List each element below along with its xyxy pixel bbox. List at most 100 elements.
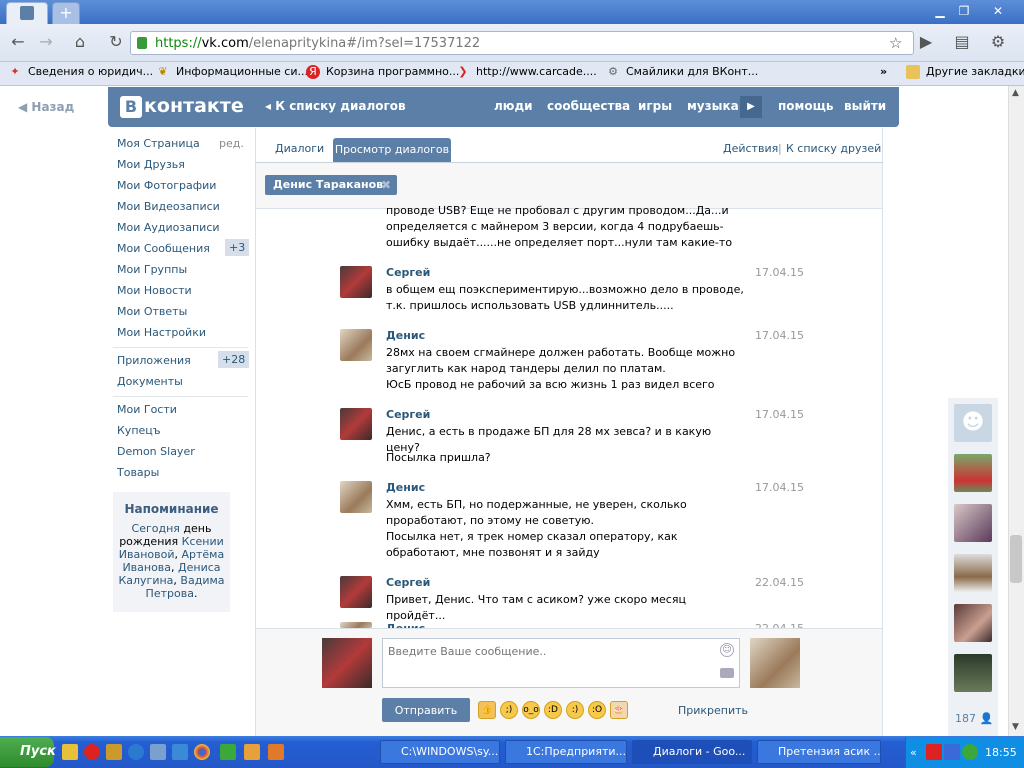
home-icon[interactable]: ⌂: [68, 30, 92, 54]
friend-avatar[interactable]: [954, 554, 992, 592]
avatar[interactable]: [340, 329, 372, 361]
menu-friends[interactable]: Мои Друзья: [117, 158, 185, 171]
scroll-down-icon[interactable]: ▼: [1012, 722, 1019, 732]
menu-goods[interactable]: Товары: [117, 466, 159, 479]
quicklaunch-1c-icon[interactable]: [62, 744, 78, 760]
grin-emoji-icon[interactable]: :D: [544, 701, 562, 719]
actions-link[interactable]: Действия: [723, 142, 778, 155]
taskbar-window-1c[interactable]: 1С:Предприяти...: [505, 740, 627, 764]
menu-groups[interactable]: Мои Группы: [117, 263, 187, 276]
menu-audio[interactable]: Мои Аудиозаписи: [117, 221, 220, 234]
bookmark-item[interactable]: ❦ Информационные си...: [156, 65, 308, 83]
reminder-today-link[interactable]: Сегодня: [132, 522, 180, 535]
tray-network-icon[interactable]: [944, 744, 960, 760]
friends-list-link[interactable]: К списку друзей: [786, 142, 881, 155]
taskbar-window-cmd[interactable]: C:\WINDOWS\sy...: [380, 740, 500, 764]
address-bar[interactable]: https://vk.com/elenapritykina#/im?sel=17…: [130, 31, 914, 55]
attach-link[interactable]: Прикрепить: [678, 704, 748, 717]
maximize-button[interactable]: ❐: [952, 2, 976, 20]
menu-photos[interactable]: Мои Фотографии: [117, 179, 216, 192]
menu-guests[interactable]: Мои Гости: [117, 403, 177, 416]
close-icon[interactable]: ✖: [381, 178, 391, 192]
message-author[interactable]: Сергей: [386, 576, 430, 589]
tray-icon[interactable]: [926, 744, 942, 760]
message-author[interactable]: Денис: [386, 481, 425, 494]
start-button[interactable]: Пуск: [0, 737, 56, 767]
eye-roll-emoji-icon[interactable]: o_o: [522, 701, 540, 719]
nav-games[interactable]: игры: [638, 99, 672, 113]
reload-icon[interactable]: ↻: [104, 30, 128, 54]
menu-news[interactable]: Мои Новости: [117, 284, 192, 297]
star-icon[interactable]: ☆: [889, 34, 902, 52]
quicklaunch-app-icon[interactable]: [106, 744, 122, 760]
quicklaunch-flag-icon[interactable]: [172, 744, 188, 760]
new-tab-button[interactable]: +: [52, 2, 80, 24]
bookmark-item[interactable]: ❯ http://www.carcade....: [456, 65, 596, 83]
friend-avatar[interactable]: [954, 604, 992, 642]
friend-avatar[interactable]: [954, 504, 992, 542]
internet-explorer-icon[interactable]: [128, 744, 144, 760]
other-bookmarks[interactable]: Другие закладки: [906, 65, 1024, 83]
recipient-avatar[interactable]: [750, 638, 800, 688]
opera-icon[interactable]: [84, 744, 100, 760]
recipient-chip[interactable]: Денис Тараканов: [265, 175, 397, 195]
dog-avatar-icon[interactable]: ☻: [954, 404, 992, 442]
tab-view-dialogs[interactable]: Просмотр диалогов: [333, 138, 451, 162]
smile-emoji-icon[interactable]: :): [566, 701, 584, 719]
menu-edit-link[interactable]: ред.: [219, 137, 244, 150]
vk-logo[interactable]: Вконтакте: [120, 95, 244, 118]
cake-icon[interactable]: 🎂: [610, 701, 628, 719]
messages-badge[interactable]: +3: [225, 239, 250, 256]
scroll-up-icon[interactable]: ▲: [1012, 88, 1019, 98]
message-author[interactable]: Денис: [386, 329, 425, 342]
minimize-button[interactable]: ▁: [928, 2, 952, 20]
menu-answers[interactable]: Мои Ответы: [117, 305, 187, 318]
music-play-icon[interactable]: ▶: [740, 96, 762, 118]
menu-videos[interactable]: Мои Видеозаписи: [117, 200, 220, 213]
nav-communities[interactable]: сообщества: [547, 99, 630, 113]
browser-tab-active[interactable]: [6, 2, 48, 24]
message-input[interactable]: [382, 638, 740, 688]
show-desktop-icon[interactable]: [150, 744, 166, 760]
bookmark-item[interactable]: ✦ Сведения о юридич...: [8, 65, 153, 83]
to-dialogs-link[interactable]: ◂ К списку диалогов: [265, 99, 406, 113]
online-count[interactable]: 187 👤: [955, 712, 993, 725]
my-avatar[interactable]: [322, 638, 372, 688]
page-menu-icon[interactable]: ▤: [950, 30, 974, 54]
bookmarks-overflow[interactable]: »: [880, 65, 887, 83]
avatar[interactable]: [340, 481, 372, 513]
quicklaunch-app-icon[interactable]: [268, 744, 284, 760]
taskbar-window-word[interactable]: Претензия асик ...: [757, 740, 881, 764]
wrench-icon[interactable]: ⚙: [986, 30, 1010, 54]
menu-messages[interactable]: Мои Сообщения: [117, 242, 210, 255]
tab-dialogs[interactable]: Диалоги: [275, 142, 324, 155]
quicklaunch-app-icon[interactable]: [220, 744, 236, 760]
page-scrollbar[interactable]: ▲ ▼: [1008, 86, 1024, 736]
back-arrow-icon[interactable]: ←: [6, 30, 30, 54]
send-button[interactable]: Отправить: [382, 698, 470, 722]
nav-logout[interactable]: выйти: [844, 99, 886, 113]
menu-apps[interactable]: Приложения: [117, 354, 191, 367]
message-author[interactable]: Сергей: [386, 266, 430, 279]
forward-arrow-icon[interactable]: →: [34, 30, 58, 54]
tray-icon[interactable]: [962, 744, 978, 760]
scrollbar-thumb[interactable]: [1010, 535, 1022, 583]
tray-expand-icon[interactable]: «: [910, 746, 917, 759]
taskbar-window-chrome[interactable]: Диалоги - Goo...: [632, 740, 752, 764]
friend-avatar[interactable]: [954, 654, 992, 692]
avatar[interactable]: [340, 408, 372, 440]
avatar[interactable]: [340, 576, 372, 608]
back-link[interactable]: ◀ Назад: [18, 100, 74, 114]
smiley-icon[interactable]: ☺: [720, 643, 734, 657]
quicklaunch-app-icon[interactable]: [244, 744, 260, 760]
menu-my-page[interactable]: Моя Страница: [117, 137, 200, 150]
chrome-icon[interactable]: [194, 744, 210, 760]
thumbs-up-icon[interactable]: 👍: [478, 701, 496, 719]
nav-help[interactable]: помощь: [778, 99, 833, 113]
message-author[interactable]: Сергей: [386, 408, 430, 421]
scream-emoji-icon[interactable]: :O: [588, 701, 606, 719]
wink-emoji-icon[interactable]: ;): [500, 701, 518, 719]
bookmark-item[interactable]: Я Корзина программно...: [306, 65, 459, 83]
clock[interactable]: 18:55: [985, 746, 1017, 759]
avatar[interactable]: [340, 266, 372, 298]
